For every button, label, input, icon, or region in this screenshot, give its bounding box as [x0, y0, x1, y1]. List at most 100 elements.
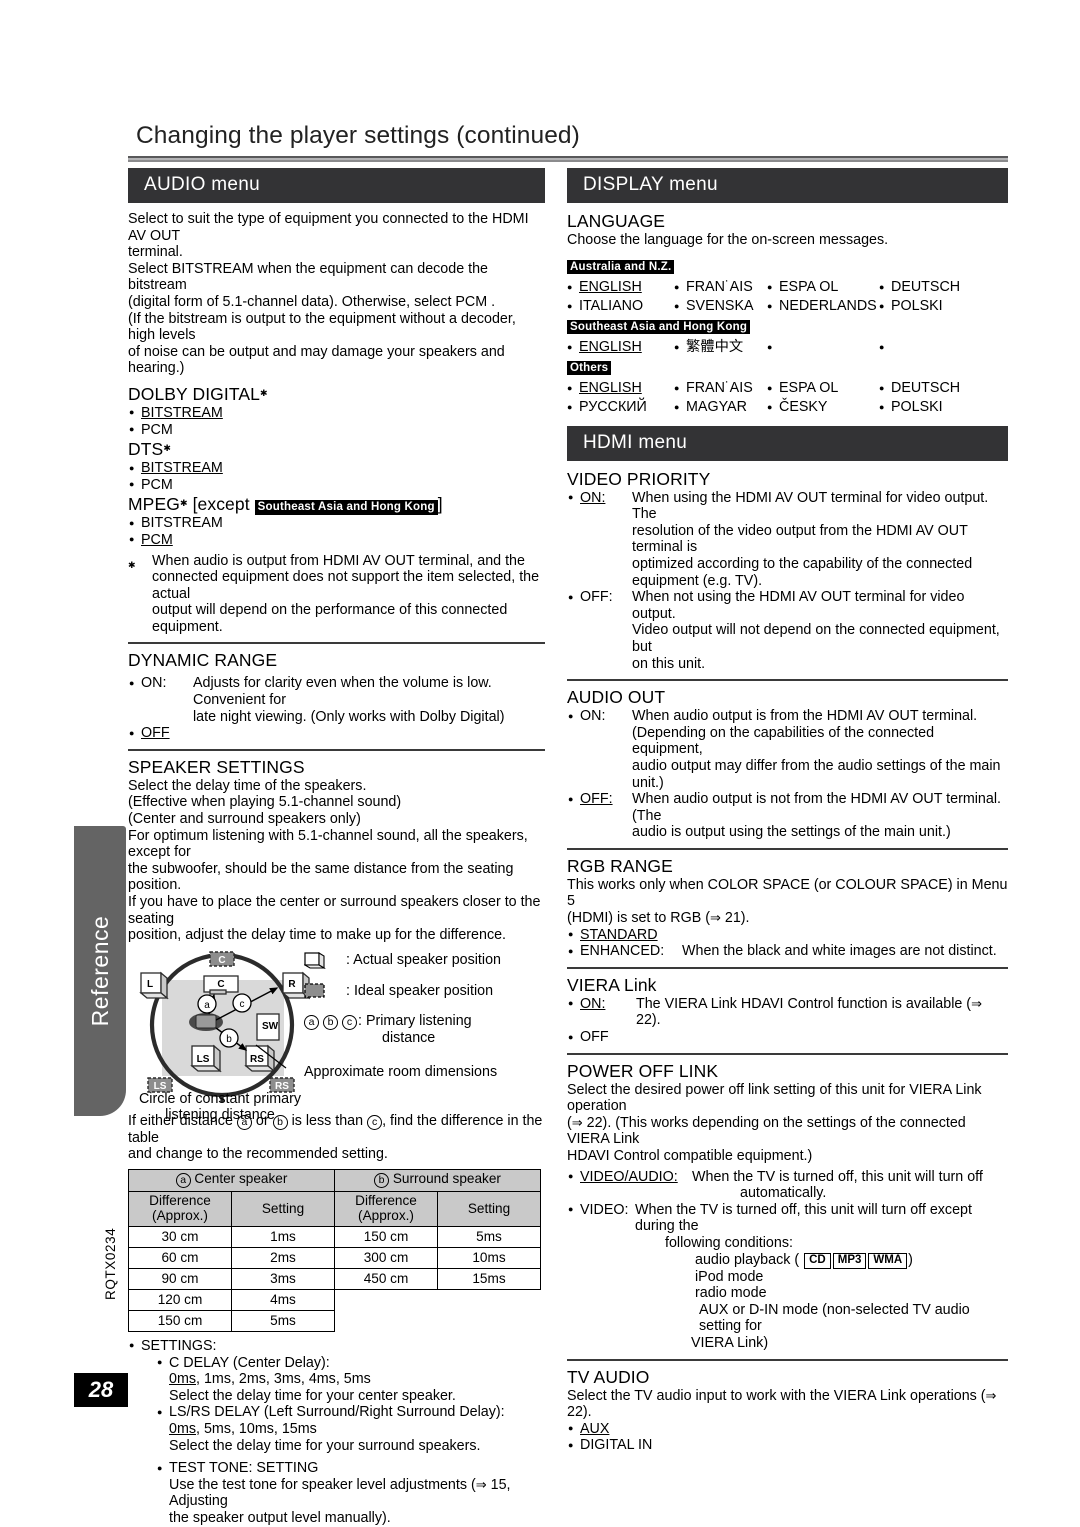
- language-label: ENGLISH: [579, 278, 642, 295]
- option-item[interactable]: DIGITAL IN: [567, 1437, 1008, 1454]
- language-option[interactable]: РУССКИЙ: [567, 398, 674, 416]
- option-item[interactable]: OFF: [128, 725, 545, 742]
- rgb-intro-text: (HDMI) is set to RGB (: [567, 910, 710, 927]
- dynamic-range-on-option[interactable]: ON: Adjusts for clarity even when the vo…: [128, 675, 545, 725]
- option-description-line: Video output will not depend on the conn…: [632, 622, 1000, 655]
- tv-audio-options: AUX DIGITAL IN: [567, 1420, 1008, 1454]
- language-label: DEUTSCH: [891, 379, 961, 396]
- option-item[interactable]: BITSTREAM: [128, 515, 545, 532]
- audio-out-off-option[interactable]: OFF: When audio output is not from the H…: [567, 791, 1008, 841]
- option-item[interactable]: OFF: [567, 1029, 1008, 1046]
- power-off-link-heading: POWER OFF LINK: [567, 1060, 719, 1081]
- option-description-line: on this unit.: [632, 655, 706, 672]
- language-option[interactable]: SVENSKA: [674, 297, 767, 315]
- page-number: 28: [74, 1373, 128, 1407]
- table-cell: 5ms: [437, 1225, 541, 1248]
- option-item[interactable]: PCM: [128, 421, 545, 439]
- dts-title: DTS: [128, 439, 164, 460]
- audio-intro-line: (If the bitstream is output to the equip…: [128, 310, 516, 344]
- language-option[interactable]: ESPA OL: [767, 278, 879, 296]
- mark-a: a: [304, 1014, 319, 1030]
- option-label: DIGITAL IN: [580, 1437, 653, 1454]
- language-intro: Choose the language for the on-screen me…: [567, 232, 889, 248]
- language-label: POLSKI: [891, 398, 943, 415]
- power-off-video-audio-option[interactable]: VIDEO/AUDIO: When the TV is turned off, …: [567, 1168, 1008, 1202]
- table-cell: 4ms: [231, 1288, 335, 1311]
- c-delay-item[interactable]: C DELAY (Center Delay): 0ms, 1ms, 2ms, 3…: [156, 1354, 545, 1405]
- language-option[interactable]: DEUTSCH: [879, 278, 999, 296]
- display-menu-header: DISPLAY menu: [567, 168, 1008, 203]
- rgb-range-enhanced-option[interactable]: ENHANCED: When the black and white image…: [567, 943, 1008, 960]
- table-cell: 2ms: [231, 1246, 335, 1269]
- power-off-video-option[interactable]: VIDEO: When the TV is turned off, this u…: [567, 1201, 1008, 1352]
- lsrs-delay-title: LS/RS DELAY (Left Surround/Right Surroun…: [169, 1404, 505, 1421]
- display-hdmi-menu-column: DISPLAY menu LANGUAGE Choose the languag…: [567, 168, 1008, 1454]
- region-tag-label: Southeast Asia and Hong Kong: [567, 319, 751, 335]
- option-label: OFF:: [580, 791, 613, 808]
- lsrs-delay-item[interactable]: LS/RS DELAY (Left Surround/Right Surroun…: [156, 1404, 545, 1454]
- language-option[interactable]: FRAN˙AIS: [674, 379, 767, 397]
- language-option[interactable]: POLSKI: [879, 297, 999, 315]
- video-priority-off-option[interactable]: OFF: When not using the HDMI AV OUT term…: [567, 589, 1008, 672]
- footnote-marker-icon: ✱: [163, 443, 171, 454]
- table-cell: 450 cm: [334, 1267, 438, 1290]
- option-description: When audio output is not from the HDMI A…: [632, 791, 1008, 841]
- mark-b: b: [322, 1014, 338, 1030]
- table-group-header-center: a Center speaker: [128, 1168, 335, 1192]
- svg-text:SW: SW: [262, 1021, 279, 1032]
- test-tone-desc-line: the speaker output level manually).: [169, 1509, 391, 1526]
- option-description-line: When not using the HDMI AV OUT terminal …: [632, 589, 965, 622]
- language-option[interactable]: MAGYAR: [674, 398, 767, 416]
- option-item[interactable]: BITSTREAM: [128, 460, 545, 477]
- language-option[interactable]: ČESKY: [767, 398, 879, 416]
- rgb-range-options: STANDARD: [567, 926, 1008, 944]
- test-tone-item[interactable]: TEST TONE: SETTING Use the test tone for…: [156, 1460, 545, 1526]
- audio-out-on-option[interactable]: ON: When audio output is from the HDMI A…: [567, 708, 1008, 791]
- language-option[interactable]: ITALIANO: [567, 297, 674, 315]
- language-label: FRAN˙AIS: [686, 278, 753, 295]
- language-option[interactable]: NEDERLANDS: [767, 297, 879, 315]
- language-option[interactable]: ENGLISH: [567, 379, 674, 397]
- lsrs-delay-rest: , 5ms, 10ms, 15ms: [196, 1420, 317, 1437]
- option-item[interactable]: AUX: [567, 1420, 1008, 1438]
- table-cell-empty: [334, 1310, 438, 1332]
- dolby-digital-heading: DOLBY DIGITAL✱: [128, 383, 545, 405]
- option-description: The VIERA Link HDAVI Control function is…: [636, 996, 1008, 1029]
- condition-close: ): [908, 1251, 913, 1268]
- language-option[interactable]: ESPA OL: [767, 379, 879, 397]
- rgb-intro-ref: 21).: [724, 910, 750, 927]
- option-description-line: The VIERA Link HDAVI Control function is…: [636, 995, 972, 1012]
- dts-heading: DTS✱: [128, 438, 545, 460]
- rgb-range-intro-line: This works only when COLOR SPACE (or COL…: [567, 876, 1008, 910]
- power-off-intro-ref: 22). (This works depending on the settin…: [567, 1114, 966, 1148]
- option-item[interactable]: BITSTREAM: [128, 404, 545, 422]
- page-reference-arrow-icon: ⇒: [571, 1114, 583, 1130]
- option-description-line: automatically.: [740, 1185, 827, 1202]
- test-tone-desc-line: Use the test tone for speaker level adju…: [169, 1476, 476, 1493]
- diagram-followup-text-2: and change to the recommended setting.: [128, 1146, 388, 1163]
- option-item[interactable]: PCM: [128, 531, 545, 549]
- option-description-line: (Depending on the capabilities of the co…: [632, 724, 935, 758]
- language-option[interactable]: POLSKI: [879, 398, 999, 416]
- language-label: ESPA OL: [779, 379, 839, 396]
- group-header-label: Center speaker: [194, 1171, 288, 1187]
- rgb-range-heading: RGB RANGE: [567, 855, 673, 876]
- language-option[interactable]: ENGLISH: [567, 338, 674, 356]
- legend-label-second-line: distance: [382, 1029, 436, 1046]
- option-item[interactable]: PCM: [128, 476, 545, 494]
- viera-link-heading: VIERA Link: [567, 974, 657, 995]
- option-item[interactable]: STANDARD: [567, 926, 1008, 944]
- video-priority-on-option[interactable]: ON: When using the HDMI AV OUT terminal …: [567, 489, 1008, 590]
- option-label: OFF: [580, 1029, 609, 1046]
- language-option[interactable]: 繁體中文: [674, 338, 767, 356]
- audio-intro-line: Select BITSTREAM when the equipment can …: [128, 260, 489, 294]
- table-group-header-surround: b Surround speaker: [334, 1168, 541, 1192]
- language-option[interactable]: FRAN˙AIS: [674, 278, 767, 296]
- viera-link-on-option[interactable]: ON: The VIERA Link HDAVI Control functio…: [567, 995, 1008, 1029]
- c-delay-title: C DELAY (Center Delay):: [169, 1354, 330, 1371]
- language-option[interactable]: ENGLISH: [567, 278, 674, 296]
- power-off-link-intro-line: Select the desired power off link settin…: [567, 1081, 982, 1115]
- table-cell: 10ms: [437, 1246, 541, 1269]
- table-cell: 60 cm: [128, 1246, 232, 1269]
- language-option[interactable]: DEUTSCH: [879, 379, 999, 397]
